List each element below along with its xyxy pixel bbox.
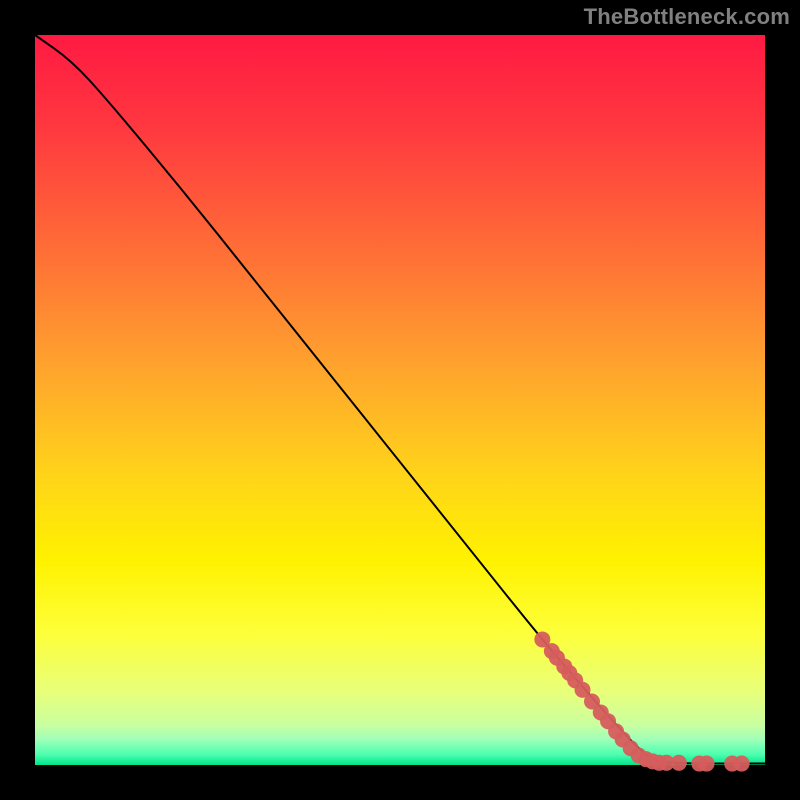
data-point: [699, 756, 715, 772]
data-points-group: [534, 631, 749, 771]
data-point: [671, 755, 687, 771]
bottleneck-curve-line: [35, 35, 765, 764]
plot-area: [35, 35, 765, 765]
chart-overlay: [35, 35, 765, 765]
attribution-text: TheBottleneck.com: [584, 4, 790, 30]
data-point: [734, 756, 750, 772]
